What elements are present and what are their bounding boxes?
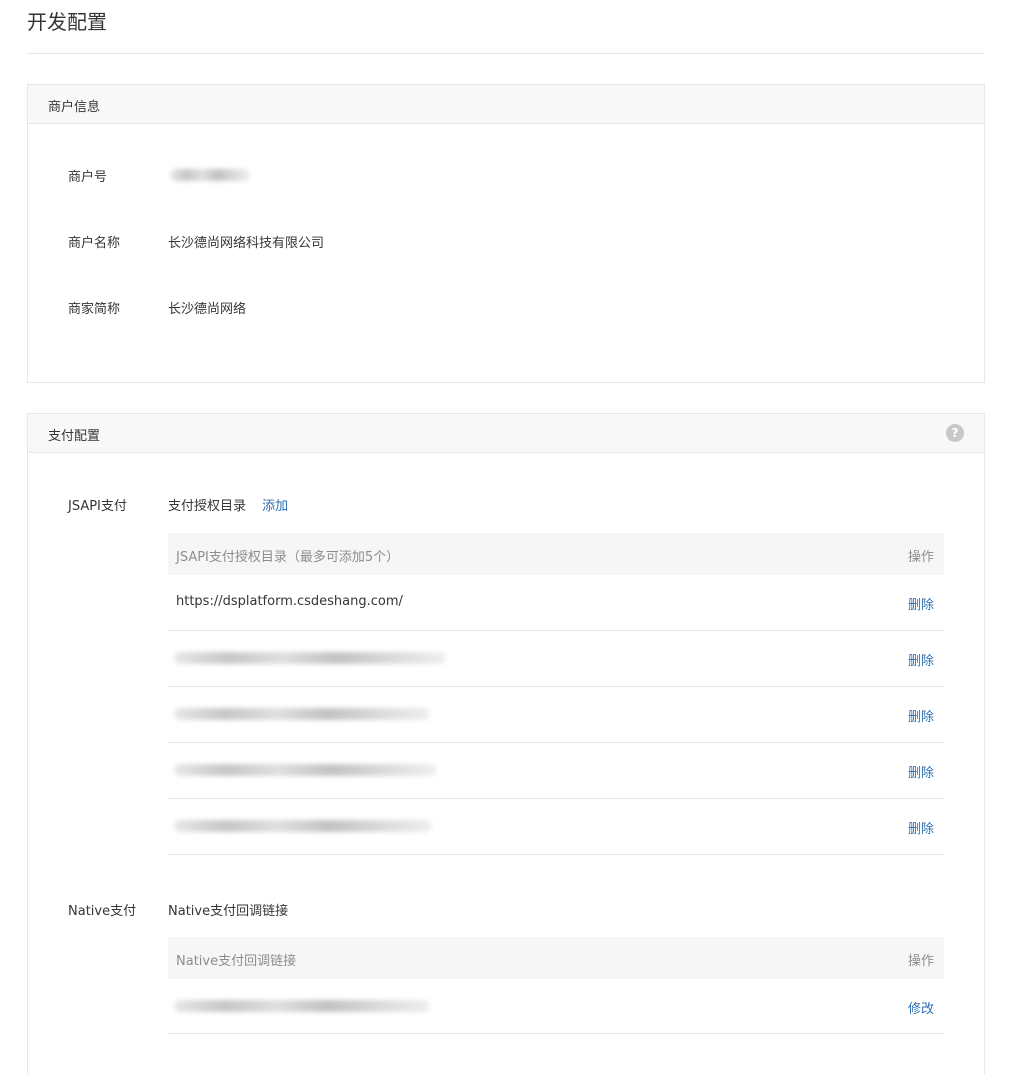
add-auth-dir-link[interactable]: 添加 xyxy=(262,499,288,514)
auth-dir-url-redacted xyxy=(174,820,432,832)
jsapi-auth-dir-text: 支付授权目录 xyxy=(168,499,247,514)
table-header-callback: Native支付回调链接 xyxy=(176,954,297,969)
title-divider xyxy=(27,53,985,54)
merchant-id-label: 商户号 xyxy=(68,170,108,185)
merchant-info-header: 商户信息 xyxy=(28,85,984,124)
jsapi-pay-label: JSAPI支付 xyxy=(68,499,127,514)
native-callback-label: Native支付回调链接 xyxy=(168,904,289,919)
table-row: 删除 xyxy=(168,799,944,855)
help-icon[interactable]: ? xyxy=(946,424,964,442)
table-row: https://dsplatform.csdeshang.com/ 删除 xyxy=(168,575,944,631)
payment-config-title: 支付配置 xyxy=(48,429,101,444)
jsapi-auth-dir-table: JSAPI支付授权目录（最多可添加5个） 操作 https://dsplatfo… xyxy=(168,533,944,855)
auth-dir-url-redacted xyxy=(174,764,436,776)
native-callback-table: Native支付回调链接 操作 修改 xyxy=(168,937,944,1034)
merchant-short-name-label: 商家简称 xyxy=(68,302,121,317)
payment-config-panel: 支付配置 ? JSAPI支付 支付授权目录 添加 JSAPI支付授权目录（最多可… xyxy=(27,413,985,1074)
payment-config-header: 支付配置 ? xyxy=(28,414,984,453)
auth-dir-url-redacted xyxy=(174,708,430,720)
merchant-info-title: 商户信息 xyxy=(48,100,101,115)
table-row: 删除 xyxy=(168,631,944,687)
merchant-short-name-value: 长沙德尚网络 xyxy=(168,302,247,317)
table-header: Native支付回调链接 操作 xyxy=(168,937,944,979)
merchant-name-value: 长沙德尚网络科技有限公司 xyxy=(168,236,325,251)
table-header-dir: JSAPI支付授权目录（最多可添加5个） xyxy=(176,550,400,565)
table-header-action: 操作 xyxy=(907,550,934,565)
auth-dir-url: https://dsplatform.csdeshang.com/ xyxy=(176,594,403,609)
delete-link[interactable]: 删除 xyxy=(908,594,934,613)
merchant-name-label: 商户名称 xyxy=(68,236,121,251)
delete-link[interactable]: 删除 xyxy=(908,650,934,669)
delete-link[interactable]: 删除 xyxy=(908,762,934,781)
table-row: 修改 xyxy=(168,979,944,1034)
table-row: 删除 xyxy=(168,743,944,799)
merchant-info-panel: 商户信息 商户号 商户名称 长沙德尚网络科技有限公司 商家简称 长沙德尚网络 xyxy=(27,84,985,383)
delete-link[interactable]: 删除 xyxy=(908,818,934,837)
edit-link[interactable]: 修改 xyxy=(908,998,934,1017)
callback-url-redacted xyxy=(174,1000,430,1012)
table-header-action: 操作 xyxy=(907,954,934,969)
table-header: JSAPI支付授权目录（最多可添加5个） 操作 xyxy=(168,533,944,575)
page-title: 开发配置 xyxy=(27,10,107,34)
table-row: 删除 xyxy=(168,687,944,743)
delete-link[interactable]: 删除 xyxy=(908,706,934,725)
auth-dir-url-redacted xyxy=(174,652,446,664)
jsapi-auth-dir-label: 支付授权目录 添加 xyxy=(168,495,288,514)
merchant-id-value-redacted xyxy=(170,169,250,181)
native-pay-label: Native支付 xyxy=(68,904,137,919)
